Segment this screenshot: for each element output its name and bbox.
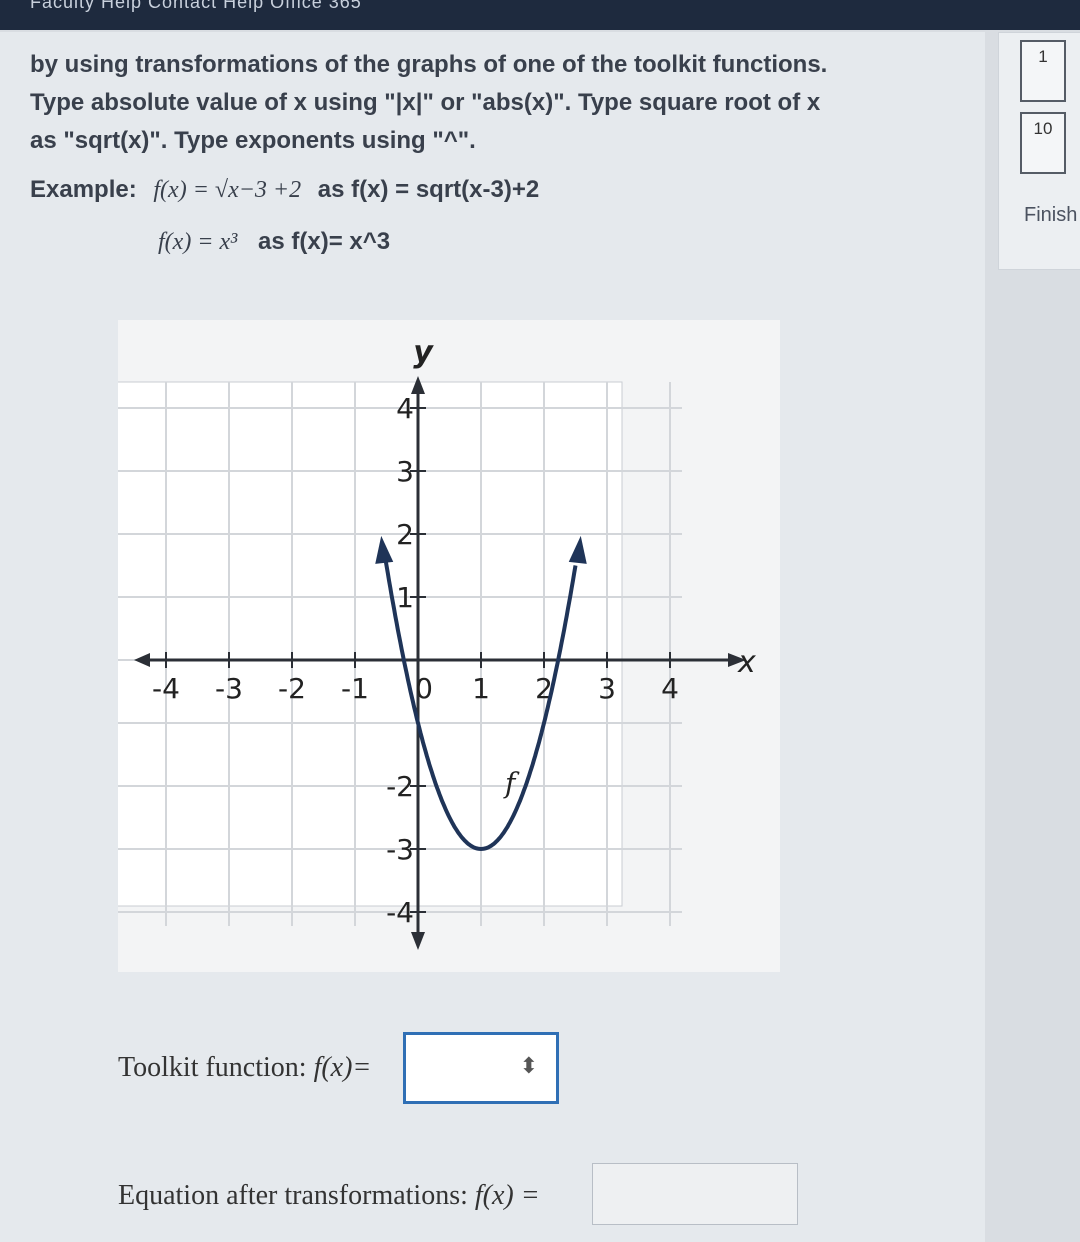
transform-label-text: Equation after transformations: bbox=[118, 1180, 468, 1211]
y-tick-label: 2 bbox=[396, 518, 414, 551]
y-axis-label: y bbox=[413, 335, 434, 370]
example-line-1: Example: f(x) = √x−3 +2 as f(x) = sqrt(x… bbox=[30, 176, 539, 204]
question-10-button[interactable]: 10 bbox=[1020, 112, 1066, 174]
question-1-number: 1 bbox=[1038, 47, 1048, 66]
toolkit-function-select[interactable]: ⬍ bbox=[403, 1032, 559, 1104]
transform-label-math: f(x) = bbox=[474, 1180, 540, 1211]
y-tick-label: 4 bbox=[396, 392, 414, 425]
finish-button[interactable]: Finish bbox=[1024, 204, 1077, 227]
example-2-text: as f(x)= x^3 bbox=[258, 228, 391, 255]
example-1-math: f(x) = √x−3 +2 bbox=[153, 177, 302, 203]
x-tick-label: -4 bbox=[152, 672, 180, 705]
y-tick-label: -4 bbox=[386, 896, 414, 929]
top-nav-links[interactable]: Faculty Help Contact Help Office 365 bbox=[30, 0, 362, 13]
equation-answer-input[interactable] bbox=[592, 1163, 798, 1225]
x-tick-label: -1 bbox=[341, 672, 369, 705]
y-tick-label: -2 bbox=[386, 770, 414, 803]
x-tick-label: 1 bbox=[472, 672, 490, 705]
y-tick-label: -3 bbox=[386, 833, 414, 866]
y-axis-arrow-down bbox=[411, 932, 425, 950]
question-10-number: 10 bbox=[1033, 119, 1053, 138]
question-1-button[interactable]: 1 bbox=[1020, 40, 1066, 102]
example-label: Example: bbox=[30, 176, 137, 203]
y-tick-label: 3 bbox=[396, 455, 414, 488]
x-tick-label: 0 bbox=[415, 672, 433, 705]
x-tick-label: -3 bbox=[215, 672, 243, 705]
x-axis-label: x bbox=[737, 645, 756, 680]
y-tick-label: 1 bbox=[396, 581, 414, 614]
transform-label: Equation after transformations: f(x) = bbox=[118, 1180, 540, 1212]
graph-panel: x y -4 -3 -2 -1 0 1 2 3 4 4 3 2 1 -2 -3 -4 f bbox=[105, 320, 780, 972]
x-tick-label: -2 bbox=[278, 672, 306, 705]
toolkit-label-text: Toolkit function: bbox=[118, 1052, 307, 1083]
function-graph: xy-4 -3 -2 -1 0 1 2 3 44321-2-3-4f bbox=[105, 335, 756, 950]
instructions-text: by using transformations of the graphs o… bbox=[30, 51, 828, 154]
example-2-math: f(x) = x³ bbox=[158, 229, 238, 255]
top-nav-bar: Faculty Help Contact Help Office 365 bbox=[0, 0, 1080, 30]
toolkit-label: Toolkit function: f(x)= bbox=[118, 1052, 371, 1084]
select-arrows-icon: ⬍ bbox=[519, 1053, 538, 1078]
example-line-2: f(x) = x³ as f(x)= x^3 bbox=[158, 228, 390, 256]
x-tick-label: 3 bbox=[598, 672, 616, 705]
example-1-text: as f(x) = sqrt(x-3)+2 bbox=[317, 176, 540, 203]
graph-grid-background bbox=[105, 381, 623, 907]
toolkit-label-math: f(x)= bbox=[313, 1052, 372, 1083]
x-tick-label: 4 bbox=[661, 672, 679, 705]
